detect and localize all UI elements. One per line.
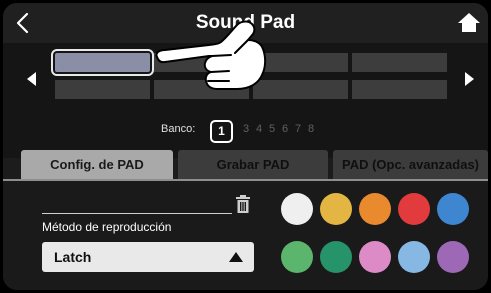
settings-panel: Método de reproducción Latch (3, 181, 488, 290)
home-icon (458, 13, 480, 32)
playback-method-label: Método de reproducción (42, 220, 172, 234)
triangle-left-icon (27, 72, 36, 86)
color-swatch[interactable] (359, 193, 391, 225)
tab-pad-settings[interactable]: Config. de PAD (21, 150, 173, 179)
app-window: Sound Pad Banco: 1 3 4 5 6 7 8 Config. d… (3, 3, 488, 290)
delete-button[interactable] (235, 195, 251, 214)
chevron-left-icon (16, 12, 29, 34)
pad-button[interactable] (51, 49, 154, 76)
trash-icon (236, 195, 250, 213)
bank-label: Banco: (161, 123, 196, 135)
bank-number-current[interactable]: 1 (210, 120, 233, 143)
triangle-up-icon (229, 252, 243, 262)
bank-number[interactable]: 3 (243, 123, 249, 135)
color-swatch[interactable] (398, 241, 430, 273)
bank-selector: Banco: 1 3 4 5 6 7 8 (3, 119, 488, 145)
pad-button[interactable] (352, 80, 447, 99)
bank-number[interactable]: 6 (282, 123, 288, 135)
bank-number[interactable]: 5 (269, 123, 275, 135)
color-swatch[interactable] (437, 241, 469, 273)
pointing-hand-icon (155, 20, 267, 90)
color-swatch[interactable] (320, 241, 352, 273)
playback-method-value: Latch (54, 249, 92, 265)
color-palette (281, 193, 469, 273)
prev-page-button[interactable] (23, 69, 41, 89)
color-swatch[interactable] (398, 193, 430, 225)
color-swatch[interactable] (281, 241, 313, 273)
bank-number[interactable]: 4 (256, 123, 262, 135)
color-swatch[interactable] (437, 193, 469, 225)
pad-button[interactable] (352, 53, 447, 72)
color-swatch[interactable] (320, 193, 352, 225)
bank-number[interactable]: 7 (295, 123, 301, 135)
color-swatch[interactable] (281, 193, 313, 225)
pad-button[interactable] (55, 80, 150, 99)
playback-method-dropdown[interactable]: Latch (42, 242, 254, 272)
home-button[interactable] (456, 10, 482, 36)
bank-number[interactable]: 8 (308, 123, 314, 135)
color-swatch[interactable] (359, 241, 391, 273)
triangle-right-icon (465, 72, 474, 86)
tab-record-pad[interactable]: Grabar PAD (178, 150, 328, 179)
next-page-button[interactable] (460, 69, 478, 89)
pad-name-field[interactable] (42, 213, 232, 214)
tab-pad-advanced[interactable]: PAD (Opc. avanzadas) (333, 150, 488, 179)
back-button[interactable] (11, 10, 37, 36)
tab-bar: Config. de PAD Grabar PAD PAD (Opc. avan… (21, 150, 488, 179)
